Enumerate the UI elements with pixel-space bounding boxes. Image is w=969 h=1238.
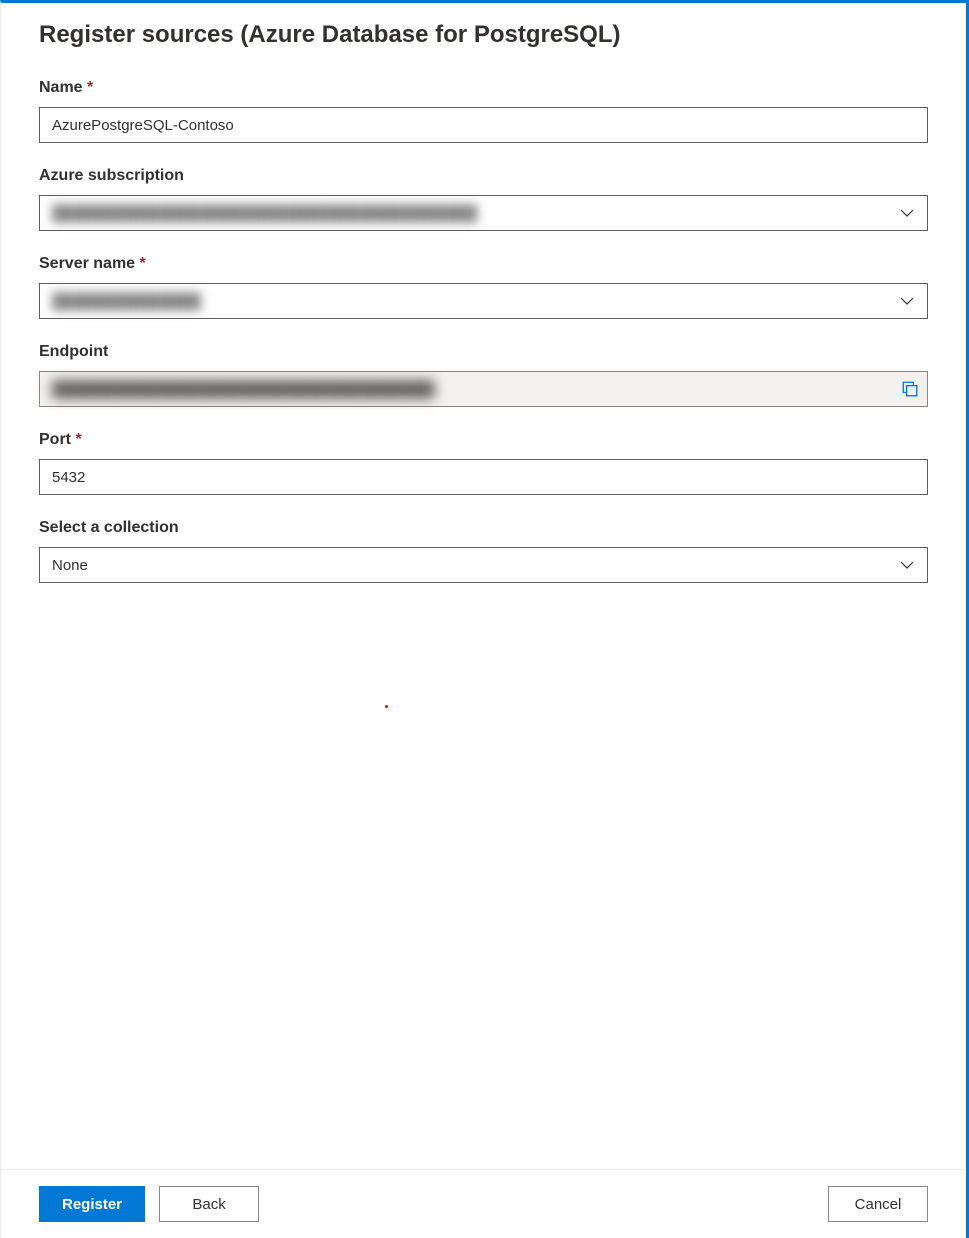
chevron-down-icon <box>899 205 915 221</box>
name-label: Name <box>39 79 928 97</box>
copy-icon[interactable] <box>901 380 919 398</box>
subscription-value: ████████████████████████████████████████ <box>52 205 899 222</box>
server-label: Server name <box>39 255 928 273</box>
back-button[interactable]: Back <box>159 1186 259 1222</box>
endpoint-field-group: Endpoint ███████████████████████████████… <box>39 343 928 407</box>
subscription-label: Azure subscription <box>39 167 928 185</box>
register-button[interactable]: Register <box>39 1186 145 1222</box>
footer-bar: Register Back Cancel <box>1 1169 966 1238</box>
red-dot-artifact <box>385 705 388 708</box>
collection-field-group: Select a collection None <box>39 519 928 583</box>
name-field-group: Name <box>39 79 928 143</box>
port-field-group: Port <box>39 431 928 495</box>
name-input[interactable] <box>39 107 928 143</box>
collection-label: Select a collection <box>39 519 928 537</box>
subscription-dropdown[interactable]: ████████████████████████████████████████ <box>39 195 928 231</box>
page-title: Register sources (Azure Database for Pos… <box>39 21 928 49</box>
chevron-down-icon <box>899 557 915 573</box>
endpoint-label: Endpoint <box>39 343 928 361</box>
chevron-down-icon <box>899 293 915 309</box>
subscription-field-group: Azure subscription █████████████████████… <box>39 167 928 231</box>
port-input[interactable] <box>39 459 928 495</box>
collection-dropdown[interactable]: None <box>39 547 928 583</box>
port-label: Port <box>39 431 928 449</box>
cancel-button[interactable]: Cancel <box>828 1186 928 1222</box>
server-value: ██████████████ <box>52 293 899 310</box>
server-dropdown[interactable]: ██████████████ <box>39 283 928 319</box>
form-panel: Register sources (Azure Database for Pos… <box>1 3 966 1169</box>
collection-value: None <box>52 557 899 574</box>
endpoint-value: ████████████████████████████████████ <box>52 381 901 398</box>
endpoint-readonly: ████████████████████████████████████ <box>39 371 928 407</box>
server-field-group: Server name ██████████████ <box>39 255 928 319</box>
